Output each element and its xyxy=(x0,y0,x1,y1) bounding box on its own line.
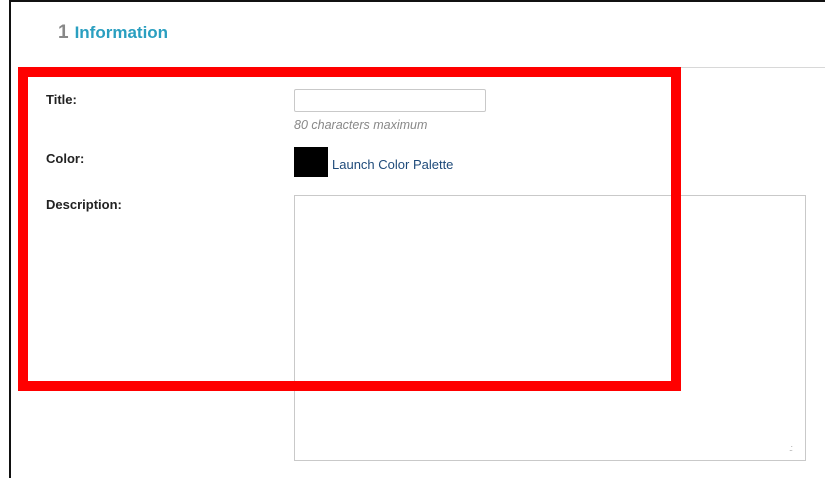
title-hint: 80 characters maximum xyxy=(294,118,428,132)
title-input[interactable] xyxy=(294,89,486,112)
color-label: Color: xyxy=(46,151,85,166)
resize-grip-icon[interactable]: .: xyxy=(789,444,793,453)
launch-color-palette-link[interactable]: Launch Color Palette xyxy=(332,157,453,172)
header-divider xyxy=(330,67,825,68)
title-label: Title: xyxy=(46,92,77,107)
section-title: Information xyxy=(74,23,169,42)
description-label: Description: xyxy=(46,197,122,212)
section-number: 1 xyxy=(58,22,69,43)
color-swatch[interactable] xyxy=(294,147,328,177)
section-header: 1 Information xyxy=(58,22,168,44)
description-textarea[interactable] xyxy=(294,195,806,461)
